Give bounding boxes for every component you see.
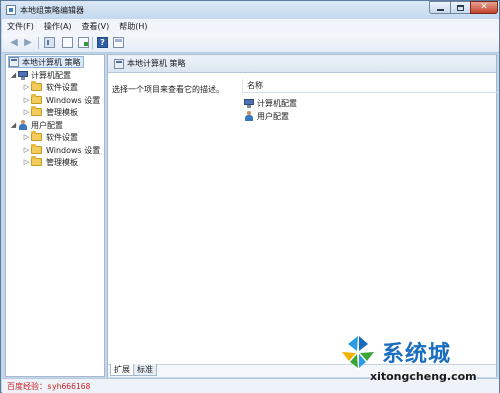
details-header: 本地计算机 策略: [108, 55, 496, 73]
help-icon[interactable]: ?: [97, 37, 108, 48]
tree-pane: 本地计算机 策略 ◢ 计算机配置 ▷ 软件设置 ▷ Windows 设置 ▷ 管…: [5, 54, 105, 377]
menu-file[interactable]: 文件(F): [2, 21, 39, 32]
computer-icon: [244, 98, 254, 108]
tree-item-software-settings[interactable]: ▷ 软件设置: [22, 81, 78, 93]
app-icon: [6, 5, 16, 15]
tree-item-user-software-settings[interactable]: ▷ 软件设置: [22, 131, 78, 143]
close-button[interactable]: ✕: [470, 1, 498, 14]
description-text: 选择一个项目来查看它的描述。: [112, 85, 224, 94]
expand-arrow-icon[interactable]: ▷: [22, 158, 31, 166]
properties-icon[interactable]: [62, 37, 73, 48]
tree-item-label: 管理模板: [46, 107, 78, 117]
tree-item-windows-settings[interactable]: ▷ Windows 设置: [22, 94, 100, 106]
maximize-button[interactable]: [450, 1, 471, 14]
folder-icon: [31, 94, 42, 104]
watermark-brand: 系统城: [382, 342, 452, 367]
tree-item-label: 本地计算机 策略: [22, 57, 81, 67]
toolbar-separator: [38, 37, 39, 49]
tree-item-user-config[interactable]: ◢ 用户配置: [9, 119, 63, 131]
expand-arrow-icon[interactable]: ▷: [22, 96, 31, 104]
title-bar[interactable]: 本地组策略编辑器 ✕: [1, 1, 499, 19]
list-item-user-config[interactable]: 用户配置: [244, 110, 289, 122]
tree-item-local-policy[interactable]: 本地计算机 策略: [8, 56, 84, 68]
policy-icon: [114, 58, 124, 69]
toolbar: ◀ ▶ ?: [2, 34, 499, 53]
tree-item-computer-config[interactable]: ◢ 计算机配置: [9, 69, 71, 81]
tree-item-label: 管理模板: [46, 157, 78, 167]
expand-arrow-icon[interactable]: ▷: [22, 83, 31, 91]
collapse-arrow-icon[interactable]: ◢: [9, 71, 18, 79]
tree-item-label: Windows 设置: [46, 95, 101, 105]
tree-item-user-windows-settings[interactable]: ▷ Windows 设置: [22, 144, 100, 156]
user-icon: [18, 120, 28, 130]
computer-icon: [18, 70, 28, 80]
tree-item-admin-templates[interactable]: ▷ 管理模板: [22, 106, 78, 118]
menu-bar: 文件(F) 操作(A) 查看(V) 帮助(H): [2, 19, 499, 34]
list-item-label: 用户配置: [257, 111, 289, 121]
policy-icon: [9, 57, 19, 67]
window-title: 本地组策略编辑器: [20, 6, 84, 15]
folder-icon: [31, 156, 42, 166]
menu-view[interactable]: 查看(V): [77, 21, 115, 32]
column-header-name[interactable]: 名称: [242, 79, 497, 93]
watermark-logo-icon: [340, 334, 376, 370]
tree-item-label: 软件设置: [46, 132, 78, 142]
column-header-label: 名称: [247, 81, 263, 90]
folder-icon: [31, 144, 42, 154]
show-hide-tree-icon[interactable]: [44, 37, 55, 48]
expand-arrow-icon[interactable]: ▷: [22, 108, 31, 116]
tree-item-label: Windows 设置: [46, 145, 101, 155]
tab-extended[interactable]: 扩展: [110, 364, 134, 376]
tree-item-user-admin-templates[interactable]: ▷ 管理模板: [22, 156, 78, 168]
minimize-icon: [436, 9, 444, 11]
view-icon[interactable]: [113, 37, 124, 48]
details-title: 本地计算机 策略: [127, 59, 186, 68]
toolbar-separator: [92, 37, 93, 49]
expand-arrow-icon[interactable]: ▷: [22, 133, 31, 141]
forward-arrow-icon[interactable]: ▶: [22, 37, 34, 49]
status-text: 百度经验：syh666168: [7, 382, 91, 391]
details-pane: 本地计算机 策略 选择一个项目来查看它的描述。 名称 计算机配置 用户配置 扩展…: [107, 54, 497, 377]
close-icon: ✕: [480, 2, 488, 12]
user-icon: [244, 111, 254, 121]
folder-icon: [31, 81, 42, 91]
menu-help[interactable]: 帮助(H): [114, 21, 152, 32]
watermark-url: xitongcheng.com: [370, 370, 477, 383]
back-arrow-icon[interactable]: ◀: [8, 37, 20, 49]
collapse-arrow-icon[interactable]: ◢: [9, 121, 18, 129]
menu-action[interactable]: 操作(A): [39, 21, 77, 32]
tree-item-label: 软件设置: [46, 82, 78, 92]
list-item-computer-config[interactable]: 计算机配置: [244, 97, 297, 109]
tab-standard[interactable]: 标准: [133, 364, 157, 376]
folder-icon: [31, 131, 42, 141]
watermark: 系统城 xitongcheng.com: [338, 330, 498, 390]
minimize-button[interactable]: [429, 1, 451, 14]
maximize-icon: [457, 4, 464, 11]
tree-item-label: 计算机配置: [31, 70, 71, 80]
list-item-label: 计算机配置: [257, 98, 297, 108]
folder-icon: [31, 106, 42, 116]
tree-item-label: 用户配置: [31, 120, 63, 130]
export-list-icon[interactable]: [78, 37, 89, 48]
expand-arrow-icon[interactable]: ▷: [22, 146, 31, 154]
